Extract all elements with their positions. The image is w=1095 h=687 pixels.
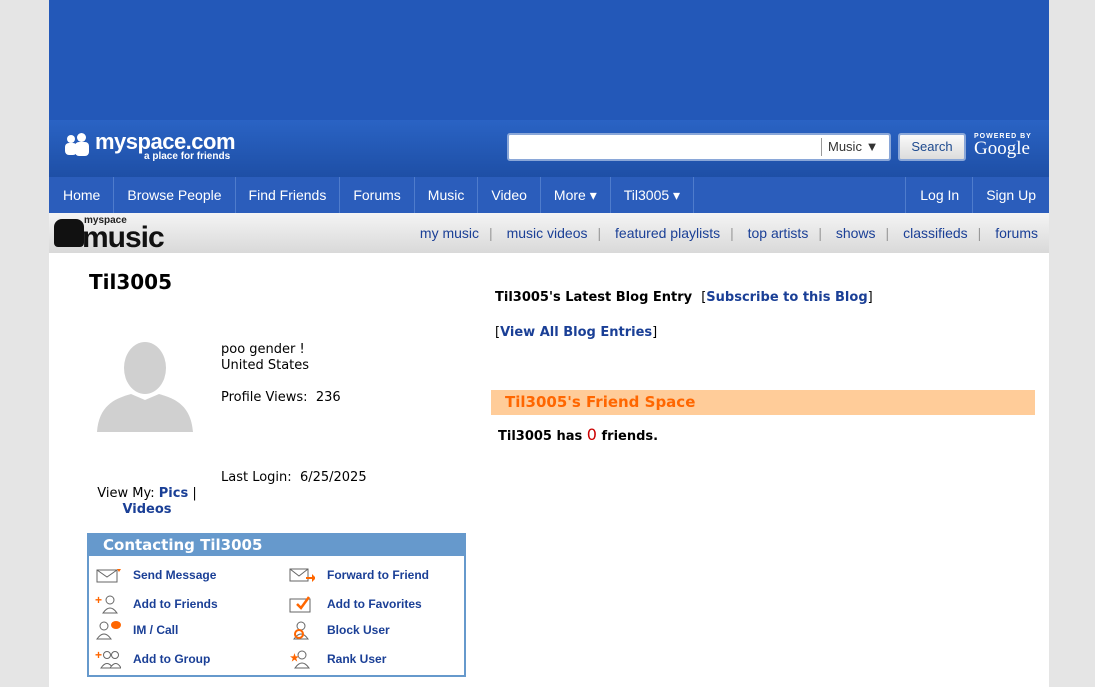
nav-log-in[interactable]: Log In bbox=[905, 177, 972, 213]
myspace-logo[interactable]: myspace.com a place for friends bbox=[65, 129, 236, 162]
friend-space-title: Til3005's Friend Space bbox=[505, 393, 696, 411]
view-all-blog: [View All Blog Entries] bbox=[495, 325, 658, 340]
music-subnav: myspace music my music | music videos | fe… bbox=[49, 213, 1049, 253]
contact-title: Contacting Til3005 bbox=[89, 535, 464, 556]
dropdown-arrow-icon: ▼ bbox=[865, 139, 879, 154]
search-input[interactable] bbox=[513, 137, 819, 157]
logo-people-icon bbox=[65, 131, 91, 159]
nav-find-friends[interactable]: Find Friends bbox=[236, 177, 341, 213]
forward-envelope-icon bbox=[289, 565, 316, 585]
music-links: my music | music videos | featured playlis… bbox=[419, 225, 1038, 241]
logo-tagline: a place for friends bbox=[144, 151, 231, 162]
send-message-button[interactable]: Send Message bbox=[95, 565, 216, 585]
add-to-group-label: Add to Group bbox=[133, 652, 211, 666]
block-user-icon bbox=[289, 620, 315, 640]
contact-box: Contacting Til3005 Send Message Forward … bbox=[87, 533, 466, 677]
last-login-label: Last Login: bbox=[221, 470, 292, 485]
latest-blog-label: Til3005's Latest Blog Entry bbox=[495, 290, 693, 305]
rank-user-label: Rank User bbox=[327, 652, 387, 666]
subscribe-blog-link[interactable]: Subscribe to this Blog bbox=[706, 290, 867, 305]
nav-user-menu[interactable]: Til3005 ▾ bbox=[611, 177, 695, 213]
envelope-icon bbox=[95, 565, 121, 585]
search-box: Music ▼ bbox=[507, 133, 891, 161]
nav-home[interactable]: Home bbox=[49, 177, 115, 213]
friend-count-suffix: friends. bbox=[601, 429, 659, 444]
search-category-dropdown[interactable]: Music ▼ bbox=[821, 138, 878, 156]
header-banner: myspace.com a place for friends Music ▼ … bbox=[49, 0, 1049, 177]
link-shows[interactable]: shows bbox=[836, 225, 876, 241]
view-all-blog-link[interactable]: View All Blog Entries bbox=[500, 325, 652, 340]
google-logo: Google bbox=[974, 138, 1030, 159]
group-icon: + bbox=[95, 648, 122, 669]
nav-more[interactable]: More ▾ bbox=[541, 177, 611, 213]
add-to-favorites-button[interactable]: Add to Favorites bbox=[289, 594, 422, 614]
im-call-label: IM / Call bbox=[133, 623, 179, 637]
profile-views: Profile Views: 236 bbox=[221, 390, 341, 405]
link-music-videos[interactable]: music videos bbox=[507, 225, 588, 241]
friend-count-value: 0 bbox=[586, 425, 597, 444]
profile-views-label: Profile Views: bbox=[221, 390, 308, 405]
svg-text:+: + bbox=[95, 594, 102, 607]
nav-browse-people[interactable]: Browse People bbox=[114, 177, 236, 213]
last-login-value: 6/25/2025 bbox=[299, 470, 367, 485]
rank-user-button[interactable]: ★ Rank User bbox=[289, 649, 386, 669]
powered-by-google: POWERED BY Google bbox=[974, 133, 1032, 160]
myspace-music-logo[interactable]: myspace music bbox=[54, 215, 165, 254]
view-videos-link[interactable]: Videos bbox=[122, 502, 171, 517]
rank-user-icon: ★ bbox=[289, 649, 315, 669]
block-user-label: Block User bbox=[327, 623, 390, 637]
forward-to-friend-label: Forward to Friend bbox=[327, 568, 429, 582]
forward-to-friend-button[interactable]: Forward to Friend bbox=[289, 565, 429, 585]
add-to-friends-label: Add to Friends bbox=[133, 597, 218, 611]
profile-info: poo gender ! United States bbox=[221, 342, 309, 374]
main-nav: Home Browse People Find Friends Forums M… bbox=[49, 177, 1049, 213]
link-top-artists[interactable]: top artists bbox=[748, 225, 809, 241]
im-chat-icon bbox=[95, 620, 121, 640]
block-user-button[interactable]: Block User bbox=[289, 620, 390, 640]
profile-headline: poo gender ! bbox=[221, 342, 305, 357]
search-category-label: Music bbox=[828, 139, 862, 154]
music-logo-big: music bbox=[82, 221, 165, 254]
view-my-label: View My: bbox=[97, 486, 155, 501]
profile-views-value: 236 bbox=[315, 390, 341, 405]
music-logo-people-icon bbox=[54, 219, 84, 247]
page: myspace.com a place for friends Music ▼ … bbox=[49, 0, 1049, 687]
nav-music[interactable]: Music bbox=[415, 177, 479, 213]
view-my: View My: Pics | Videos bbox=[92, 486, 202, 518]
profile-country: United States bbox=[221, 358, 310, 373]
nav-sign-up[interactable]: Sign Up bbox=[972, 177, 1049, 213]
view-pics-link[interactable]: Pics bbox=[159, 486, 188, 501]
logo-text: myspace.com bbox=[95, 129, 236, 154]
avatar[interactable] bbox=[95, 340, 195, 434]
link-my-music[interactable]: my music bbox=[420, 225, 479, 241]
nav-video[interactable]: Video bbox=[478, 177, 541, 213]
link-featured-playlists[interactable]: featured playlists bbox=[615, 225, 720, 241]
favorites-folder-icon bbox=[289, 594, 315, 614]
search-button[interactable]: Search bbox=[898, 133, 966, 161]
friend-count: Til3005 has 0 friends. bbox=[498, 425, 658, 444]
add-friend-icon: + bbox=[95, 593, 121, 614]
latest-blog-entry: Til3005's Latest Blog Entry [Subscribe t… bbox=[495, 290, 873, 305]
last-login: Last Login: 6/25/2025 bbox=[221, 470, 367, 485]
send-message-label: Send Message bbox=[133, 568, 217, 582]
svg-text:+: + bbox=[95, 649, 102, 662]
link-classifieds[interactable]: classifieds bbox=[903, 225, 968, 241]
friend-space-header: Til3005's Friend Space bbox=[491, 390, 1035, 415]
profile-name: Til3005 bbox=[89, 270, 173, 294]
add-to-favorites-label: Add to Favorites bbox=[327, 597, 422, 611]
im-call-button[interactable]: IM / Call bbox=[95, 620, 178, 640]
add-to-group-button[interactable]: + Add to Group bbox=[95, 648, 211, 669]
nav-forums[interactable]: Forums bbox=[340, 177, 415, 213]
add-to-friends-button[interactable]: + Add to Friends bbox=[95, 593, 218, 614]
view-my-separator: | bbox=[192, 486, 197, 501]
svg-text:★: ★ bbox=[290, 653, 299, 664]
friend-count-prefix: Til3005 has bbox=[498, 429, 583, 444]
link-forums[interactable]: forums bbox=[995, 225, 1038, 241]
